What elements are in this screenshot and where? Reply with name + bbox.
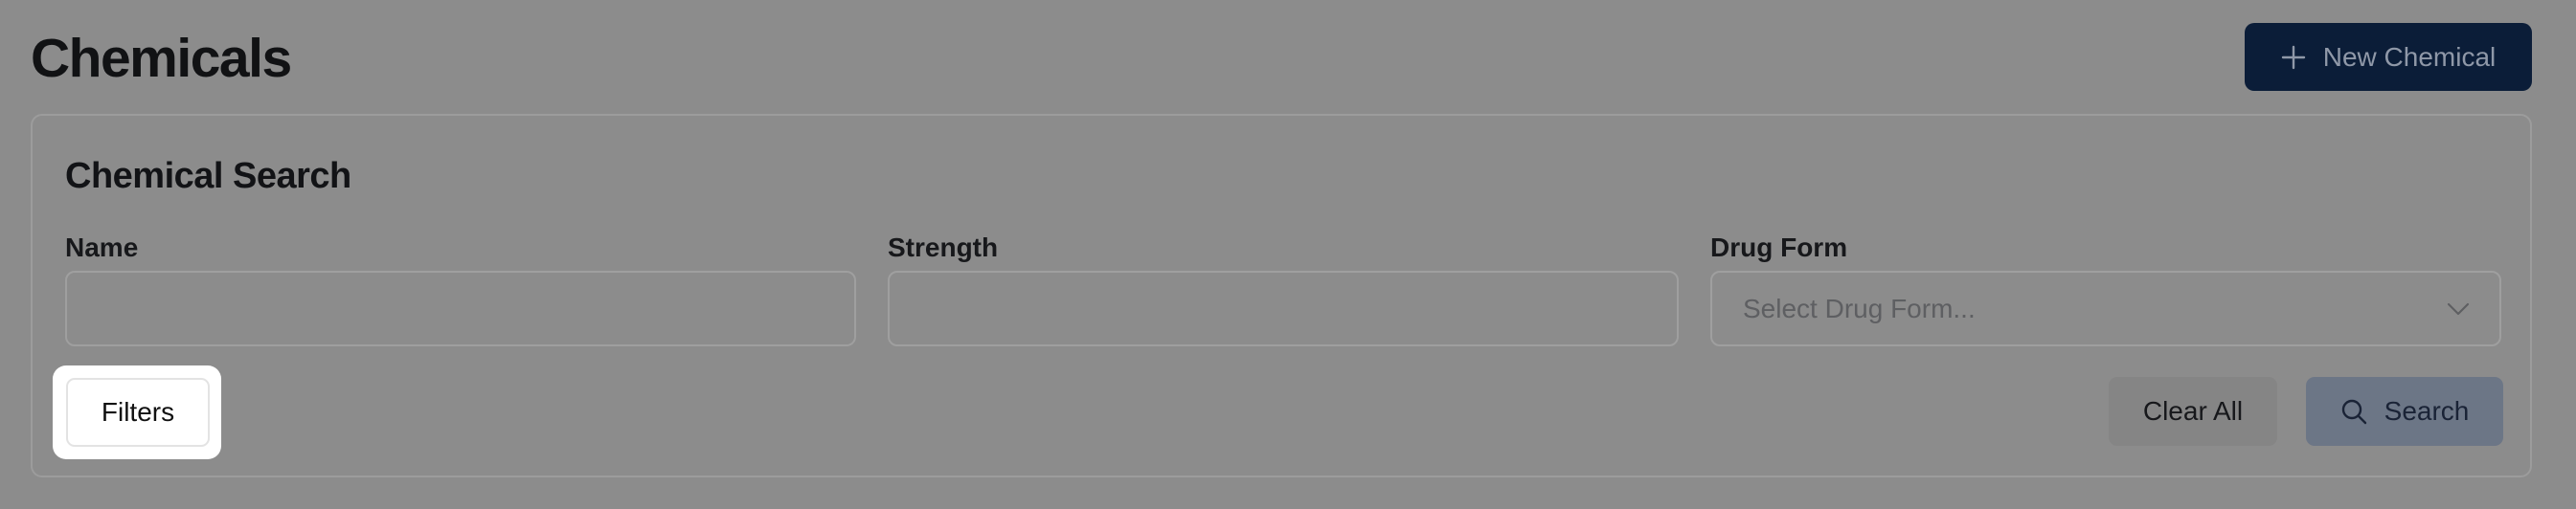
filters-button[interactable]: Filters <box>66 378 210 447</box>
strength-label: Strength <box>888 232 999 262</box>
drug-form-label: Drug Form <box>1710 232 1848 262</box>
new-chemical-button[interactable]: New Chemical <box>2245 23 2532 91</box>
search-icon <box>2341 399 2366 425</box>
chemicals-page: Chemicals New Chemical Chemical Search N… <box>0 0 2576 509</box>
search-button[interactable]: Search <box>2306 377 2503 446</box>
card-title: Chemical Search <box>65 156 351 196</box>
name-label: Name <box>65 232 139 262</box>
page-title: Chemicals <box>31 28 292 89</box>
search-button-label: Search <box>2384 396 2470 426</box>
drug-form-select[interactable]: Select Drug Form... <box>1710 271 2501 346</box>
drug-form-placeholder: Select Drug Form... <box>1743 294 1976 323</box>
strength-input[interactable] <box>888 271 1679 346</box>
clear-all-button[interactable]: Clear All <box>2109 377 2277 446</box>
plus-icon <box>2281 45 2305 69</box>
new-chemical-label: New Chemical <box>2322 41 2497 72</box>
chemical-search-card: Chemical Search Name Strength Drug Form … <box>31 114 2532 477</box>
chevron-down-icon <box>2447 302 2470 316</box>
name-input[interactable] <box>65 271 856 346</box>
